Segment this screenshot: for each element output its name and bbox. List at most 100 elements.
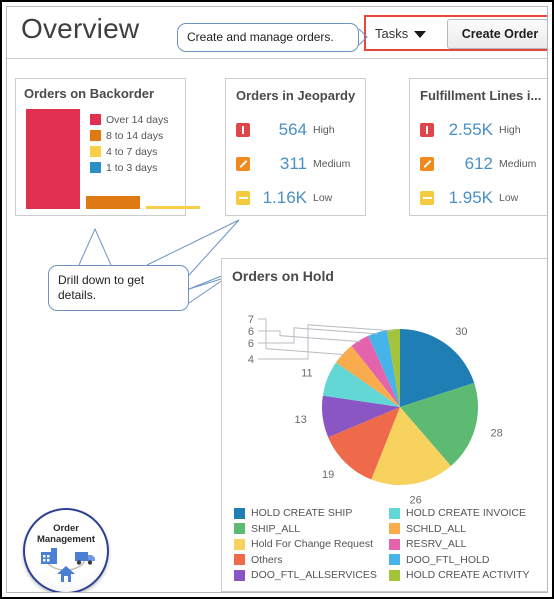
legend-swatch xyxy=(234,569,245,581)
metric-value[interactable]: 612 xyxy=(434,154,499,174)
jeopardy-metric-list: 564 High 311 Medium 1.16K Low xyxy=(226,113,365,215)
metric-value[interactable]: 311 xyxy=(250,154,313,174)
legend-swatch xyxy=(90,130,101,141)
legend-item[interactable]: HOLD CREATE INVOICE xyxy=(389,506,541,522)
legend-item[interactable]: HOLD CREATE SHIP xyxy=(234,506,389,522)
pie-value-label: 19 xyxy=(322,469,334,481)
severity-high-icon xyxy=(420,123,434,137)
legend-swatch xyxy=(90,114,101,125)
metric-value[interactable]: 564 xyxy=(250,120,313,140)
metric-row[interactable]: 1.95K Low xyxy=(410,181,547,215)
legend-item[interactable]: DOO_FTL_ALLSERVICES xyxy=(234,568,389,584)
legend-item: 8 to 14 days xyxy=(90,128,168,143)
metric-label: Low xyxy=(313,192,333,204)
metric-row[interactable]: 2.55K High xyxy=(410,113,547,147)
metric-label: High xyxy=(313,124,335,136)
card-title: Orders on Backorder xyxy=(24,86,155,101)
card-title: Orders in Jeopardy xyxy=(236,88,356,103)
bar-4-to-7-days[interactable] xyxy=(146,206,200,209)
legend-label: HOLD CREATE SHIP xyxy=(251,507,353,520)
house-icon xyxy=(57,566,75,582)
application-window: Overview Tasks Create Order Create and m… xyxy=(6,6,548,593)
pie-value-label: 6 xyxy=(248,338,254,350)
backorder-legend: Over 14 days 8 to 14 days 4 to 7 days 1 … xyxy=(90,112,168,176)
order-management-badge: Order Management xyxy=(23,508,109,592)
legend-swatch xyxy=(90,146,101,157)
legend-swatch xyxy=(90,162,101,173)
legend-swatch xyxy=(389,523,400,535)
tasks-menu-label: Tasks xyxy=(375,25,409,41)
pie-leader-line xyxy=(258,330,361,343)
legend-swatch xyxy=(389,569,400,581)
legend-label: SHIP_ALL xyxy=(251,522,301,535)
truck-icon xyxy=(75,552,95,565)
legend-item[interactable]: SCHLD_ALL xyxy=(389,521,541,537)
legend-label: SCHLD_ALL xyxy=(406,522,467,535)
legend-item[interactable]: Hold For Change Request xyxy=(234,537,389,553)
metric-label: Low xyxy=(499,192,519,204)
legend-swatch xyxy=(389,538,400,550)
card-fulfillment-lines[interactable]: Fulfillment Lines i... 2.55K High 612 Mediu… xyxy=(409,78,547,216)
pie-legend: HOLD CREATE SHIP HOLD CREATE INVOICE SHIP_… xyxy=(234,506,541,584)
metric-label: High xyxy=(499,124,521,136)
legend-item[interactable]: Others xyxy=(234,552,389,568)
legend-label: DOO_FTL_ALLSERVICES xyxy=(251,569,377,582)
legend-swatch xyxy=(234,554,245,566)
legend-label: DOO_FTL_HOLD xyxy=(406,553,490,566)
card-orders-on-hold[interactable]: Orders on Hold 30 28 26 19 13 11 7 6 6 4 HOLD CRE… xyxy=(221,258,548,592)
metric-row[interactable]: 1.16K Low xyxy=(226,181,365,215)
legend-label: 1 to 3 days xyxy=(106,161,158,174)
screenshot-frame: Overview Tasks Create Order Create and m… xyxy=(0,0,554,599)
legend-label: 4 to 7 days xyxy=(106,145,158,158)
pie-value-label: 4 xyxy=(248,354,254,366)
legend-label: RESRV_ALL xyxy=(406,538,467,551)
legend-swatch xyxy=(389,554,400,566)
pie-value-label: 7 xyxy=(248,314,254,326)
metric-row[interactable]: 311 Medium xyxy=(226,147,365,181)
orders-on-hold-pie-chart[interactable]: 30 28 26 19 13 11 7 6 6 4 xyxy=(222,287,548,509)
legend-item[interactable]: RESRV_ALL xyxy=(389,537,541,553)
callout-create-and-manage: Create and manage orders. xyxy=(177,23,359,52)
card-title: Fulfillment Lines i... xyxy=(420,88,542,103)
pie-svg[interactable]: 3028261913117664 xyxy=(222,287,548,509)
legend-item[interactable]: HOLD CREATE ACTIVITY xyxy=(389,568,541,584)
bar-8-to-14-days[interactable] xyxy=(86,196,140,209)
legend-item: 4 to 7 days xyxy=(90,144,168,159)
legend-item: Over 14 days xyxy=(90,112,168,127)
pie-value-label: 6 xyxy=(248,326,254,338)
legend-item[interactable]: SHIP_ALL xyxy=(234,521,389,537)
legend-swatch xyxy=(234,523,245,535)
create-order-button[interactable]: Create Order xyxy=(447,19,547,49)
legend-swatch xyxy=(234,507,245,519)
legend-label: Others xyxy=(251,553,283,566)
callout-drill-down: Drill down to get details. xyxy=(48,265,189,311)
page-title: Overview xyxy=(21,13,140,44)
metric-label: Medium xyxy=(499,158,537,170)
metric-row[interactable]: 612 Medium xyxy=(410,147,547,181)
backorder-bar-chart[interactable]: Over 14 days 8 to 14 days 4 to 7 days 1 … xyxy=(22,109,200,209)
legend-label: Over 14 days xyxy=(106,113,169,126)
severity-medium-icon xyxy=(236,157,250,171)
severity-high-icon xyxy=(236,123,250,137)
card-orders-on-backorder[interactable]: Orders on Backorder Over 14 days 8 to 14… xyxy=(15,78,200,216)
pie-value-label: 30 xyxy=(455,326,467,338)
metric-label: Medium xyxy=(313,158,351,170)
chevron-down-icon xyxy=(414,30,427,38)
metric-row[interactable]: 564 High xyxy=(226,113,365,147)
legend-item: 1 to 3 days xyxy=(90,160,168,175)
metric-value[interactable]: 1.95K xyxy=(434,188,499,208)
legend-swatch xyxy=(234,538,245,550)
bar-over-14-days[interactable] xyxy=(26,109,80,209)
severity-low-icon xyxy=(420,191,434,205)
badge-illustration xyxy=(41,548,95,582)
pie-value-label: 11 xyxy=(301,367,312,379)
legend-item[interactable]: DOO_FTL_HOLD xyxy=(389,552,541,568)
legend-label: 8 to 14 days xyxy=(106,129,164,142)
card-orders-in-jeopardy[interactable]: Orders in Jeopardy 564 High 311 Medium 1.16K… xyxy=(225,78,366,216)
tasks-menu-button[interactable]: Tasks xyxy=(375,22,427,44)
pie-value-label: 13 xyxy=(294,414,306,426)
legend-swatch xyxy=(389,507,400,519)
metric-value[interactable]: 1.16K xyxy=(250,188,313,208)
severity-medium-icon xyxy=(420,157,434,171)
metric-value[interactable]: 2.55K xyxy=(434,120,499,140)
